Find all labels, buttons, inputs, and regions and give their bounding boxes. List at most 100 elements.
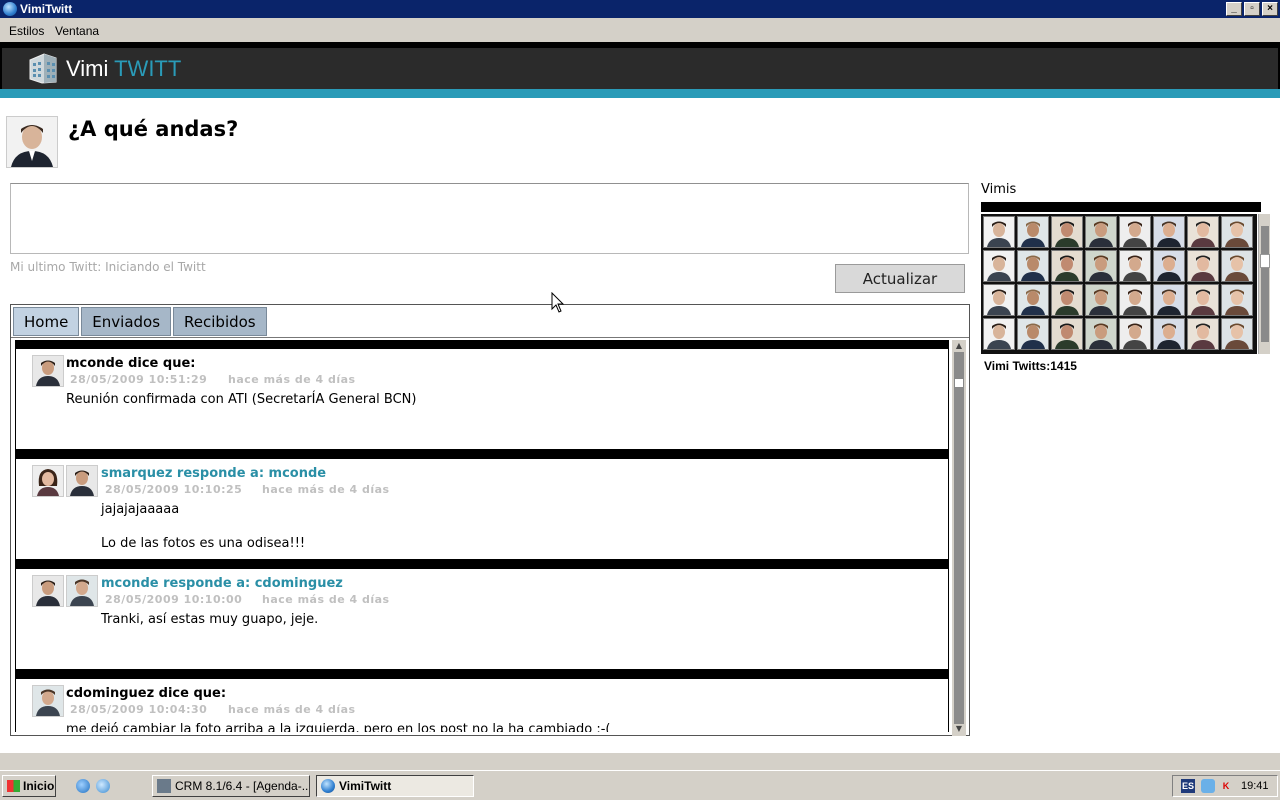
post-head: smarquez responde a: mconde [101,466,327,481]
post-text: me dejó cambiar la foto arriba a la izqu… [66,722,611,732]
task-crm-label: CRM 8.1/6.4 - [Agenda-... [175,779,310,793]
tabs-divider [11,337,969,338]
vimis-scroll-track[interactable] [1261,226,1269,342]
vimi-avatar[interactable] [1187,284,1219,316]
globe-icon [321,779,335,793]
vimi-avatar[interactable] [1051,250,1083,282]
vimi-avatar[interactable] [1187,318,1219,350]
twitt-post: cdominguez dice que: 28/05/2009 10:04:30… [15,670,949,732]
post-ago: hace más de 4 días [228,373,356,386]
vimis-title: Vimis [981,182,1017,197]
vimi-avatar[interactable] [1187,216,1219,248]
avatar-mconde [32,355,64,387]
composer-question: ¿A qué andas? [68,117,239,141]
vimi-avatar[interactable] [1051,216,1083,248]
language-indicator[interactable]: ES [1181,779,1195,793]
window-titlebar[interactable]: VimiTwitt _ ▫ × [0,0,1280,18]
post-date: 28/05/2009 10:10:00 [105,593,243,606]
post-text: Tranki, así estas muy guapo, jeje. [101,612,319,627]
vimi-avatar[interactable] [1119,284,1151,316]
vimi-avatar[interactable] [983,250,1015,282]
vimi-avatar[interactable] [1221,216,1253,248]
post-text: Reunión confirmada con ATI (SecretarÍA G… [66,392,417,407]
system-tray: ES K 19:41 [1172,775,1278,797]
vimi-avatar[interactable] [1221,284,1253,316]
vimi-avatar[interactable] [1119,250,1151,282]
tab-enviados[interactable]: Enviados [81,307,172,336]
crm-icon [157,779,171,793]
menu-bar: Estilos Ventana [0,19,1280,41]
scroll-down-arrow-icon[interactable]: ▼ [954,724,964,734]
mouse-cursor-icon [551,292,565,313]
vimi-avatar[interactable] [1017,216,1049,248]
vimi-avatar[interactable] [1153,284,1185,316]
task-vimitwitt-label: VimiTwitt [339,779,392,793]
post-bar [16,561,948,569]
post-bar [16,671,948,679]
network-icon[interactable] [1201,779,1215,793]
vimi-avatar[interactable] [983,284,1015,316]
vimi-avatar[interactable] [983,216,1015,248]
update-button[interactable]: Actualizar [835,264,965,293]
vimi-avatar[interactable] [1051,318,1083,350]
post-text: Lo de las fotos es una odisea!!! [101,536,306,551]
vimis-grid [981,214,1257,354]
vimi-avatar[interactable] [1221,318,1253,350]
app-area: Vimi TWITT ¿A qué andas? Mi ultimo Twitt… [0,42,1280,753]
vimis-scrollbar[interactable] [1258,214,1270,354]
vimi-avatar[interactable] [1017,250,1049,282]
vimi-avatar[interactable] [1085,250,1117,282]
scroll-up-arrow-icon[interactable]: ▲ [954,341,964,351]
vimi-avatar[interactable] [1017,318,1049,350]
vimi-avatar[interactable] [1051,284,1083,316]
vimi-avatar[interactable] [1017,284,1049,316]
post-date: 28/05/2009 10:10:25 [105,483,243,496]
menu-estilos[interactable]: Estilos [9,24,44,38]
app-logo: Vimi TWITT [66,56,181,82]
vimi-avatar[interactable] [1153,216,1185,248]
globe-icon [3,2,17,16]
tab-recibidos[interactable]: Recibidos [173,307,267,336]
vimi-avatar[interactable] [1085,216,1117,248]
tab-home[interactable]: Home [13,307,80,336]
vimi-twitts-count: Vimi Twitts:1415 [984,359,1077,373]
vimi-avatar[interactable] [1085,318,1117,350]
clock: 19:41 [1241,780,1269,792]
vimi-avatar[interactable] [1187,250,1219,282]
vimi-avatar[interactable] [1221,250,1253,282]
twitt-feed[interactable]: mconde dice que: 28/05/2009 10:51:29 hac… [15,340,951,732]
vimi-avatar[interactable] [983,318,1015,350]
vimis-scroll-thumb[interactable] [1260,254,1270,268]
scroll-thumb[interactable] [954,378,964,388]
tab-bar: Home Enviados Recibidos [13,307,267,336]
menu-ventana[interactable]: Ventana [55,24,99,38]
post-date: 28/05/2009 10:51:29 [70,373,208,386]
my-avatar [6,116,58,168]
post-head: mconde responde a: cdominguez [101,576,343,591]
maximize-button[interactable]: ▫ [1244,2,1260,16]
close-button[interactable]: × [1262,2,1278,16]
vimi-avatar[interactable] [1085,284,1117,316]
vimi-avatar[interactable] [1119,216,1151,248]
avatar-cdominguez [32,685,64,717]
twitt-input[interactable] [10,183,969,254]
scroll-track[interactable] [954,352,964,724]
start-button[interactable]: Inicio [2,775,56,797]
minimize-button[interactable]: _ [1226,2,1242,16]
vimi-avatar[interactable] [1153,318,1185,350]
taskbar: Inicio CRM 8.1/6.4 - [Agenda-... VimiTwi… [0,770,1280,800]
avatar-smarquez [32,465,64,497]
logo-accent: TWITT [114,56,182,81]
task-vimitwitt[interactable]: VimiTwitt [316,775,474,797]
desktop-icon[interactable] [96,779,110,793]
post-bar [16,341,948,349]
post-text: jajajajaaaaa [101,502,180,517]
vimi-avatar[interactable] [1153,250,1185,282]
ie-icon[interactable] [76,779,90,793]
task-crm[interactable]: CRM 8.1/6.4 - [Agenda-... [152,775,310,797]
avatar-mconde [66,465,98,497]
app-header: Vimi TWITT [0,42,1280,98]
vimi-avatar[interactable] [1119,318,1151,350]
antivirus-icon[interactable]: K [1219,779,1233,793]
feed-scrollbar[interactable]: ▲ ▼ [952,340,966,736]
